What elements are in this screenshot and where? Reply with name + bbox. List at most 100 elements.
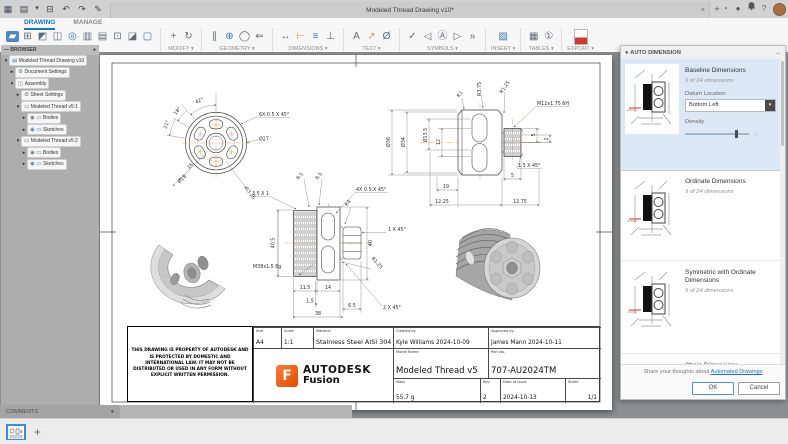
- tree-item-thread-v5-2[interactable]: ▾ ▭ Modeled Thread v5:2: [1, 135, 99, 148]
- density-slider-thumb[interactable]: [734, 130, 739, 139]
- insert-image-icon[interactable]: ▧: [496, 29, 511, 45]
- eye-icon[interactable]: ◉: [30, 161, 35, 167]
- hole-note-icon[interactable]: Ø: [379, 29, 394, 45]
- file-caret-icon[interactable]: ▾: [32, 0, 42, 18]
- card-baseline-dimensions[interactable]: Baseline Dimensions 9 of 24 dimensions D…: [621, 59, 780, 171]
- file-menu-icon[interactable]: ▤: [16, 0, 32, 18]
- text-icon[interactable]: A: [349, 29, 364, 45]
- export-pdf-icon[interactable]: [573, 28, 588, 45]
- feature-control-frame-icon[interactable]: Ⓐ: [435, 29, 450, 45]
- edit-icon[interactable]: ✎: [90, 0, 106, 18]
- sheet-tabs-bar: +: [0, 418, 788, 444]
- auxiliary-view-icon[interactable]: ◩: [35, 29, 50, 45]
- assembly-icon: ◫: [18, 80, 24, 87]
- breakout-view-icon[interactable]: ▤: [95, 29, 110, 45]
- document-tab[interactable]: Modeled Thread Drawing v10* ×: [110, 2, 710, 18]
- tree-item-sketches-1[interactable]: ▸ ◉ ▭ Sketches: [1, 124, 99, 136]
- svg-text:12.25: 12.25: [435, 199, 449, 205]
- eye-icon[interactable]: ◉: [30, 127, 35, 133]
- tree-item-bodies-1[interactable]: ▸ ◉ ▭ Bodies: [1, 112, 99, 125]
- svg-text:42°: 42°: [194, 97, 204, 106]
- eye-icon[interactable]: ◉: [30, 150, 35, 156]
- balloon-icon[interactable]: ①: [541, 29, 556, 45]
- tree-item-document-settings[interactable]: ▸ ⚙ Document Settings: [1, 66, 99, 79]
- front-view[interactable]: 42° 18° 21° 6X 0.5 X 45° Ø27 16 Ø18 R3.2…: [163, 93, 290, 201]
- add-sheet-button[interactable]: +: [34, 425, 41, 439]
- drawing-sheet[interactable]: 42° 18° 21° 6X 0.5 X 45° Ø27 16 Ø18 R3.2…: [100, 55, 612, 410]
- panel-scrollbar[interactable]: [780, 59, 785, 365]
- auto-dimension-header: ● AUTO DIMENSION ↔: [621, 46, 785, 60]
- svg-text:6X 0.5 X 45°: 6X 0.5 X 45°: [259, 112, 289, 118]
- job-status-icon[interactable]: ●: [732, 0, 744, 18]
- center-mark-icon[interactable]: ⊕: [222, 29, 237, 45]
- gear-icon: ⚙: [18, 69, 23, 76]
- ordinate-dimension-icon[interactable]: ⊢: [293, 29, 308, 45]
- title-block: THIS DRAWING IS PROPERTY OF AUTODESK AND…: [127, 326, 601, 403]
- browser-dot-icon[interactable]: ●: [93, 47, 96, 53]
- parallel-lines-icon[interactable]: ∥: [207, 29, 222, 45]
- iso-shaded-view[interactable]: [455, 228, 541, 301]
- tree-item-sketches-2[interactable]: ▸ ◉ ▭ Sketches: [1, 158, 99, 171]
- linear-dimension-icon[interactable]: ↔: [278, 29, 293, 45]
- svg-text:R3.75: R3.75: [477, 82, 483, 96]
- tree-item-assembly[interactable]: ▾ ◫ Assembly: [1, 78, 99, 90]
- projected-view-icon[interactable]: ⊞: [20, 29, 35, 45]
- tree-item-sheet-settings[interactable]: ▸ ⚙ Sheet Settings: [1, 89, 99, 102]
- sheet-tab-1[interactable]: [6, 423, 26, 440]
- notification-bell-icon[interactable]: [745, 0, 757, 18]
- panel-resize-icon[interactable]: ↔: [775, 50, 781, 56]
- comments-tab[interactable]: COMMENTS ●: [0, 405, 120, 418]
- ribbon-group-text: A ↗ Ø TEXT ▾: [346, 28, 397, 53]
- browser-title: BROWSER: [10, 47, 37, 53]
- app-grid-icon[interactable]: ▦: [0, 0, 16, 18]
- crop-view-icon[interactable]: ⊡: [110, 29, 125, 45]
- svg-text:12: 12: [436, 139, 442, 145]
- table-icon[interactable]: ▦: [526, 29, 541, 45]
- baseline-dimension-icon[interactable]: ≡: [308, 29, 323, 45]
- leader-note-icon[interactable]: ↗: [364, 29, 379, 45]
- rotate-icon[interactable]: ↻: [181, 29, 196, 45]
- undo-icon[interactable]: ↶: [58, 0, 74, 18]
- tree-item-thread-v5-1[interactable]: ▾ ▭ Modeled Thread v5:1: [1, 101, 99, 113]
- break-view-icon[interactable]: ▥: [80, 29, 95, 45]
- cancel-button[interactable]: Cancel: [738, 382, 780, 395]
- geometric-dimension-icon[interactable]: ⊥: [323, 29, 338, 45]
- edge-symbol-icon[interactable]: »: [465, 29, 480, 45]
- fusion-logo-icon: F: [275, 365, 298, 387]
- cell-date-of-issue: Date of issue 2024-10-13: [500, 378, 565, 403]
- avatar[interactable]: [773, 2, 786, 16]
- base-view-icon[interactable]: ▰: [6, 31, 19, 42]
- tree-item-drawing-root[interactable]: ▾ ▤ Modeled Thread Drawing v10: [1, 55, 99, 67]
- collapse-icon[interactable]: —: [4, 47, 9, 53]
- detail-view-icon[interactable]: ◎: [65, 29, 80, 45]
- end-view[interactable]: Ø36 Ø34 Ø13.5 12 5 2 M12x1.75 6H 1.5 X 4…: [385, 80, 570, 207]
- card-ordinate-dimensions[interactable]: Ordinate Dimensions 9 of 24 dimensions: [621, 170, 780, 261]
- section-view-icon[interactable]: ◫: [50, 29, 65, 45]
- circle-icon[interactable]: ◯: [237, 29, 252, 45]
- move-icon[interactable]: +: [166, 29, 181, 45]
- close-tab-icon[interactable]: ×: [701, 7, 705, 14]
- save-icon[interactable]: ⊟: [42, 0, 58, 18]
- iso-cutaway-view[interactable]: [150, 244, 226, 309]
- cell-sheet: Sheet 1/1: [565, 378, 601, 403]
- surface-texture-icon[interactable]: ✓: [405, 29, 420, 45]
- card-symmetric-ordinate-dimensions[interactable]: Symmetric with Ordinate Dimensions 9 of …: [621, 261, 780, 354]
- shaded-view-icon[interactable]: ◪: [125, 29, 140, 45]
- edge-extension-icon[interactable]: ⇐: [252, 29, 267, 45]
- density-slider[interactable]: [685, 130, 749, 139]
- sketch-icon[interactable]: ▢: [140, 29, 155, 45]
- help-icon[interactable]: ?: [758, 0, 770, 18]
- eye-icon[interactable]: ◉: [30, 115, 35, 121]
- svg-text:2 X 45°: 2 X 45°: [383, 305, 401, 311]
- automated-drawings-link[interactable]: Automated Drawings: [711, 369, 763, 375]
- cell-mass: Mass 55.7 g: [393, 378, 480, 403]
- welding-symbol-icon[interactable]: ◁: [420, 29, 435, 45]
- datum-identifier-icon[interactable]: ▷: [450, 29, 465, 45]
- extensions-icon[interactable]: ◔: [719, 0, 731, 18]
- datum-location-select[interactable]: Bottom Left ▾: [685, 98, 776, 112]
- side-view[interactable]: 40.5 40 3.5 X 1 R.5 R.5 4X 0.5 X 45° R4 …: [251, 171, 406, 319]
- density-plus-icon[interactable]: +: [754, 130, 759, 139]
- redo-icon[interactable]: ↷: [74, 0, 90, 18]
- tree-item-bodies-2[interactable]: ▸ ◉ ▭ Bodies: [1, 147, 99, 159]
- ok-button[interactable]: OK: [692, 382, 734, 395]
